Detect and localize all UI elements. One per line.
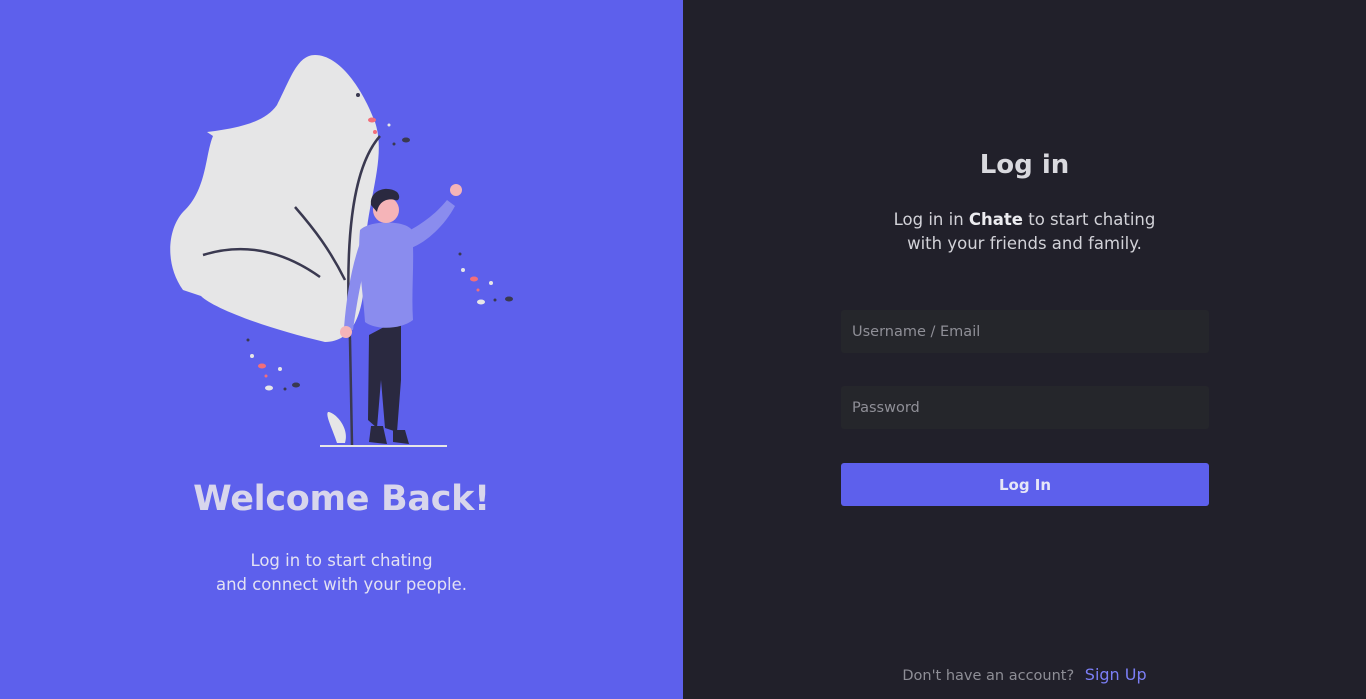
- login-button[interactable]: Log In: [841, 463, 1209, 506]
- welcome-subtitle: Log in to start chating and connect with…: [0, 549, 683, 597]
- welcome-title: Welcome Back!: [193, 479, 490, 519]
- welcome-subtitle-line2: and connect with your people.: [215, 575, 468, 594]
- login-panel: Log in Log in in Chate to start chating …: [683, 0, 1366, 699]
- login-description-line1: Log in in Chate to start chating: [683, 208, 1366, 232]
- signup-prompt: Don't have an account?: [902, 668, 1075, 684]
- desc-suffix: to start chating: [1028, 210, 1156, 229]
- signup-row: Don't have an account? Sign Up: [683, 665, 1366, 684]
- login-page: Welcome Back! Log in to start chating an…: [0, 0, 1366, 699]
- login-title: Log in: [979, 150, 1070, 180]
- login-description-line2: with your friends and family.: [907, 234, 1142, 253]
- username-input[interactable]: [841, 310, 1209, 353]
- login-description: Log in in Chate to start chating with yo…: [683, 208, 1366, 256]
- signup-link[interactable]: Sign Up: [1085, 665, 1147, 684]
- welcome-panel: Welcome Back! Log in to start chating an…: [0, 0, 683, 699]
- welcome-illustration: [170, 55, 513, 447]
- welcome-subtitle-line1: Log in to start chating: [250, 551, 433, 570]
- desc-prefix: Log in in: [893, 210, 964, 229]
- brand-name: Chate: [968, 210, 1023, 229]
- password-input[interactable]: [841, 386, 1209, 429]
